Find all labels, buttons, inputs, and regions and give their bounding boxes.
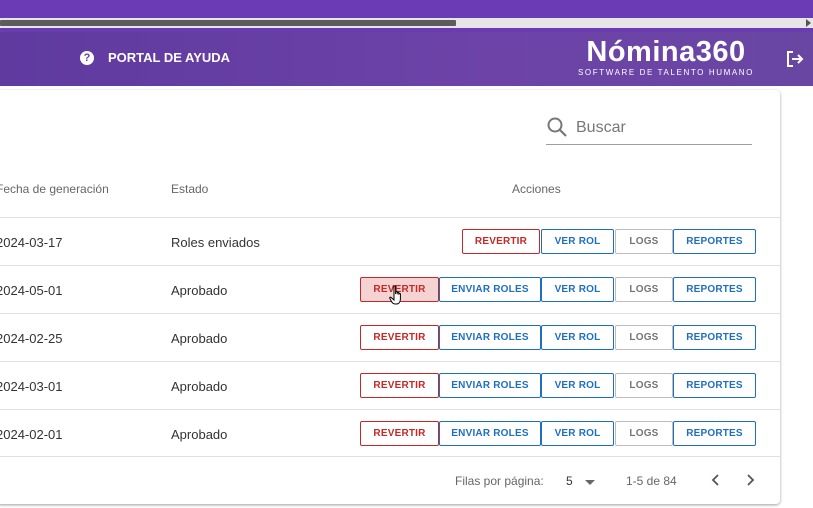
column-header-date[interactable]: Fecha de generación [0, 182, 109, 196]
row-state: Aprobado [171, 331, 228, 346]
reports-button[interactable]: REPORTES [673, 325, 756, 350]
top-strip [0, 0, 813, 32]
column-header-state[interactable]: Estado [171, 182, 208, 196]
view-role-button[interactable]: VER ROL [541, 421, 614, 446]
logs-button[interactable]: LOGS [615, 421, 673, 446]
row-date: 2024-02-01 [0, 427, 63, 442]
revert-button[interactable]: REVERTIR [462, 229, 540, 254]
reports-button[interactable]: REPORTES [673, 373, 756, 398]
help-icon: ? [80, 50, 94, 65]
send-roles-button[interactable]: ENVIAR ROLES [439, 421, 541, 446]
logs-button[interactable]: LOGS [615, 229, 673, 254]
column-header-actions: Acciones [512, 182, 561, 196]
table-footer-divider [0, 456, 780, 457]
revert-button[interactable]: REVERTIR [360, 325, 439, 350]
revert-button[interactable]: REVERTIR [360, 373, 439, 398]
table-row: 2024-02-25 Aprobado REVERTIR ENVIAR ROLE… [0, 313, 780, 362]
brand-logo: Nómina360 SOFTWARE DE TALENTO HUMANO [578, 36, 754, 77]
revert-button[interactable]: REVERTIR [360, 421, 439, 446]
logo-wordmark: Nómina360 [586, 36, 746, 68]
reports-button[interactable]: REPORTES [673, 277, 756, 302]
chevron-right-icon[interactable] [743, 472, 757, 488]
row-state: Aprobado [171, 379, 228, 394]
pagination-range: 1-5 de 84 [626, 474, 677, 488]
search-input[interactable] [574, 116, 748, 140]
view-role-button[interactable]: VER ROL [541, 325, 614, 350]
rows-per-page-select[interactable]: 5 [566, 474, 573, 488]
view-role-button[interactable]: VER ROL [541, 373, 614, 398]
reports-button[interactable]: REPORTES [673, 421, 756, 446]
search-box[interactable] [546, 112, 752, 145]
view-role-button[interactable]: VER ROL [541, 229, 614, 254]
search-icon [547, 117, 567, 137]
logs-button[interactable]: LOGS [615, 373, 673, 398]
help-portal-link[interactable]: ? PORTAL DE AYUDA [80, 50, 230, 65]
scroll-right-arrow-icon[interactable] [806, 19, 811, 27]
row-date: 2024-03-01 [0, 379, 63, 394]
help-portal-label: PORTAL DE AYUDA [108, 50, 231, 65]
row-date: 2024-03-17 [0, 235, 63, 250]
table-row: 2024-03-17 Roles enviados REVERTIR VER R… [0, 217, 780, 266]
send-roles-button[interactable]: ENVIAR ROLES [439, 325, 541, 350]
chevron-left-icon[interactable] [709, 472, 723, 488]
horizontal-scrollbar[interactable] [0, 18, 813, 28]
row-state: Roles enviados [171, 235, 260, 250]
chevron-down-icon[interactable] [585, 480, 595, 485]
reports-button[interactable]: REPORTES [673, 229, 756, 254]
row-date: 2024-02-25 [0, 331, 63, 346]
scrollbar-thumb[interactable] [0, 20, 456, 26]
send-roles-button[interactable]: ENVIAR ROLES [439, 373, 541, 398]
rows-per-page-label: Filas por página: [455, 474, 544, 488]
table-row: 2024-03-01 Aprobado REVERTIR ENVIAR ROLE… [0, 361, 780, 410]
logout-icon[interactable] [786, 50, 804, 68]
logo-tagline: SOFTWARE DE TALENTO HUMANO [578, 68, 754, 77]
send-roles-button[interactable]: ENVIAR ROLES [439, 277, 541, 302]
logs-button[interactable]: LOGS [615, 325, 673, 350]
row-state: Aprobado [171, 283, 228, 298]
app-header: ? PORTAL DE AYUDA Nómina360 SOFTWARE DE … [0, 32, 813, 86]
view-role-button[interactable]: VER ROL [541, 277, 614, 302]
logs-button[interactable]: LOGS [615, 277, 673, 302]
row-state: Aprobado [171, 427, 228, 442]
hand-cursor-icon [389, 285, 401, 305]
table-row: 2024-02-01 Aprobado REVERTIR ENVIAR ROLE… [0, 409, 780, 458]
row-date: 2024-05-01 [0, 283, 63, 298]
